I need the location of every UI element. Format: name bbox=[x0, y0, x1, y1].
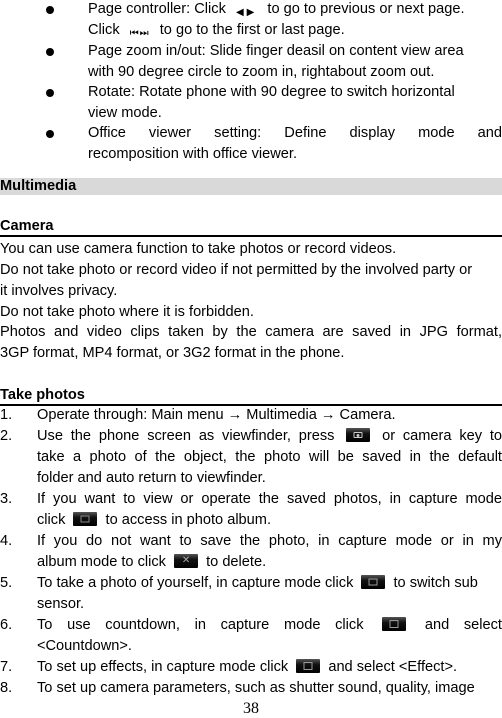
bullet-line: Rotate: Rotate phone with 90 degree to s… bbox=[88, 84, 455, 100]
step-line: <Countdown>. bbox=[37, 638, 132, 654]
bullet-dot bbox=[46, 89, 54, 97]
bullet-line: Page controller: Click ◀▶ to go to previ… bbox=[88, 0, 465, 18]
step-line: sensor. bbox=[37, 596, 85, 612]
paragraph-line: it involves privacy. bbox=[0, 283, 118, 299]
bullet-line: Click ⏮⏭ to go to the first or last page… bbox=[88, 21, 345, 39]
switch-sensor-icon bbox=[361, 575, 386, 589]
step-line: To use countdown, in capture mode click … bbox=[37, 617, 502, 633]
bullet-line: view mode. bbox=[88, 105, 162, 121]
bullet-dot bbox=[46, 6, 54, 14]
paragraph-line: Photos and video clips taken by the came… bbox=[0, 324, 502, 340]
step-line: Operate through: Main menu → Multimedia … bbox=[37, 407, 396, 423]
step-number: 3. bbox=[0, 491, 13, 507]
step-line: folder and auto return to viewfinder. bbox=[37, 470, 266, 486]
bullet-line: with 90 degree circle to zoom in, righta… bbox=[88, 64, 435, 80]
step-line: If you want to view or operate the saved… bbox=[37, 491, 502, 507]
step-number: 6. bbox=[0, 617, 13, 633]
step-number: 4. bbox=[0, 533, 13, 549]
step-line: Use the phone screen as viewfinder, pres… bbox=[37, 428, 502, 444]
paragraph-line: You can use camera function to take phot… bbox=[0, 241, 397, 257]
settings-menu-icon bbox=[296, 659, 321, 673]
photo-album-icon bbox=[73, 512, 98, 526]
bullet-line: recomposition with office viewer. bbox=[88, 146, 298, 162]
step-number: 8. bbox=[0, 680, 13, 696]
paragraph-line: Do not take photo where it is forbidden. bbox=[0, 304, 254, 320]
prev-next-arrows-icon: ◀▶ bbox=[235, 7, 258, 18]
delete-icon: ✕ bbox=[174, 554, 199, 568]
step-line: If you do not want to save the photo, in… bbox=[37, 533, 502, 549]
step-line: click to access in photo album. bbox=[37, 512, 272, 528]
bullet-dot bbox=[46, 48, 54, 56]
subheading-camera: Camera bbox=[0, 218, 502, 237]
step-number: 2. bbox=[0, 428, 13, 444]
page-number: 38 bbox=[243, 700, 259, 717]
camera-shutter-icon bbox=[346, 428, 371, 442]
bullet-line: Office viewer setting: Define display mo… bbox=[88, 125, 502, 141]
step-line: To set up effects, in capture mode click… bbox=[37, 659, 458, 675]
step-line: To set up camera parameters, such as shu… bbox=[37, 680, 475, 696]
section-heading-multimedia: Multimedia bbox=[0, 178, 502, 195]
bullet-dot bbox=[46, 130, 54, 138]
step-number: 5. bbox=[0, 575, 13, 591]
paragraph-line: 3GP format, MP4 format, or 3G2 format in… bbox=[0, 345, 345, 361]
step-number: 1. bbox=[0, 407, 13, 423]
step-line: take a photo of the object, the photo wi… bbox=[37, 449, 502, 465]
step-line: album mode to click ✕ to delete. bbox=[37, 554, 267, 570]
settings-menu-icon bbox=[382, 617, 407, 631]
step-line: To take a photo of yourself, in capture … bbox=[37, 575, 478, 591]
bullet-line: Page zoom in/out: Slide finger deasil on… bbox=[88, 43, 464, 59]
paragraph-line: Do not take photo or record video if not… bbox=[0, 262, 473, 278]
first-last-page-icon: ⏮⏭ bbox=[129, 28, 150, 39]
step-number: 7. bbox=[0, 659, 13, 675]
subheading-take-photos: Take photos bbox=[0, 387, 502, 406]
